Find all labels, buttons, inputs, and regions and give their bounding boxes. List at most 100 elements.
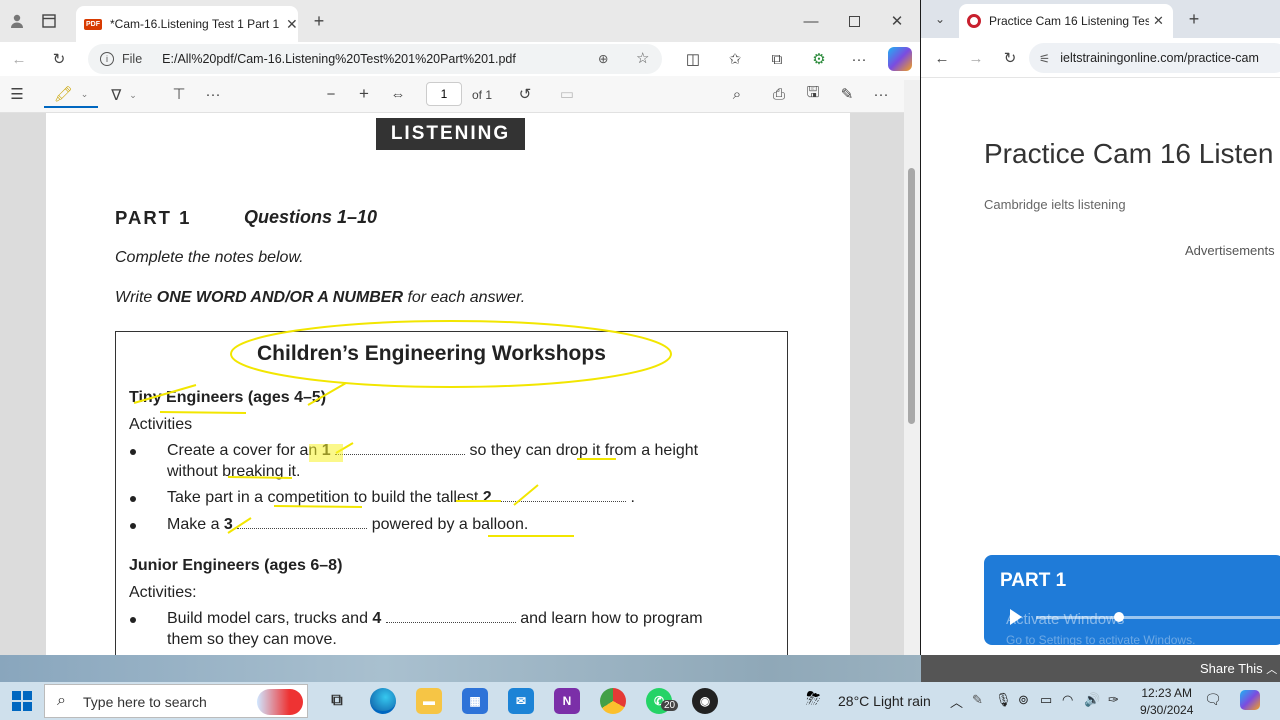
- chevron-down-icon[interactable]: ⌄: [129, 90, 137, 101]
- copilot-icon[interactable]: [888, 47, 912, 71]
- page-title: Practice Cam 16 Listen: [984, 138, 1274, 169]
- chrome-taskbar-icon[interactable]: [600, 688, 626, 714]
- copilot-taskbar-icon[interactable]: [1240, 690, 1260, 710]
- refresh-icon[interactable]: ↻: [48, 48, 70, 70]
- notifications-icon[interactable]: 🗨: [1204, 691, 1222, 708]
- back-icon[interactable]: ←: [8, 48, 30, 70]
- scrollbar-thumb[interactable]: [908, 168, 915, 424]
- save-as-icon[interactable]: ✎: [836, 83, 858, 105]
- tray-chevron-icon[interactable]: ︿: [950, 692, 963, 711]
- info-icon[interactable]: i: [100, 52, 114, 66]
- chevron-down-icon[interactable]: ⌄: [81, 89, 89, 100]
- fit-page-icon[interactable]: ⇔: [387, 83, 409, 105]
- edge-taskbar-icon[interactable]: [370, 688, 396, 714]
- tab-actions-icon[interactable]: [38, 10, 60, 32]
- tab-search-chevron-icon[interactable]: ⌄: [929, 8, 951, 30]
- pdf-file-icon: PDF: [84, 18, 102, 30]
- search-icon: ⌕: [57, 692, 66, 709]
- favorites-icon[interactable]: ✩: [724, 48, 746, 70]
- recorder-icon[interactable]: ◉: [692, 688, 718, 714]
- address-bar-right[interactable]: ⚟ ieltstrainingonline.com/practice-cam: [1029, 43, 1280, 73]
- pdf-more-icon[interactable]: ···: [870, 83, 892, 105]
- tab-strip-right: ⌄ Practice Cam 16 Listening Test 0 ✕ +: [921, 0, 1280, 38]
- zoom-out-icon[interactable]: −: [320, 83, 342, 105]
- ink-annotations: [133, 320, 672, 537]
- text-tool-icon[interactable]: ⊤: [168, 83, 190, 105]
- refresh-icon[interactable]: ↻: [999, 47, 1021, 69]
- more-options-icon[interactable]: ···: [848, 48, 870, 70]
- page-view-icon[interactable]: ▭: [556, 83, 578, 105]
- activate-windows-hint: Go to Settings to activate Windows.: [1006, 633, 1196, 647]
- whatsapp-badge: 20: [661, 700, 679, 711]
- search-placeholder: Type here to search: [83, 694, 207, 710]
- taskbar-search-box[interactable]: ⌕ Type here to search: [44, 684, 308, 718]
- save-icon[interactable]: 🖫: [802, 83, 824, 105]
- url-prefix: File: [122, 52, 143, 66]
- address-bar[interactable]: i File E:/All%20pdf/Cam-16.Listening%20T…: [88, 44, 662, 74]
- maximize-icon[interactable]: [843, 10, 865, 32]
- onenote-icon[interactable]: N: [554, 688, 580, 714]
- category-link[interactable]: Cambridge ielts listening: [984, 197, 1126, 212]
- highlight-tool[interactable]: 🖍 ⌄: [44, 82, 98, 108]
- mic-icon[interactable]: 🎙: [995, 692, 1012, 708]
- split-screen-icon[interactable]: ◫: [682, 48, 704, 70]
- site-settings-icon[interactable]: ⚟: [1039, 51, 1050, 66]
- volume-icon[interactable]: 🔊: [1084, 692, 1100, 708]
- url-text: E:/All%20pdf/Cam-16.Listening%20Test%201…: [162, 52, 516, 66]
- tab-pdf[interactable]: PDF *Cam-16.Listening Test 1 Part 1.pc ✕: [76, 6, 298, 42]
- battery-icon[interactable]: ▭: [1040, 692, 1052, 708]
- contents-icon[interactable]: ☰: [6, 83, 28, 105]
- zoom-icon[interactable]: ⊕: [598, 51, 608, 66]
- more-tools-icon[interactable]: ···: [202, 83, 224, 105]
- back-icon[interactable]: ←: [931, 47, 953, 69]
- pdf-toolbar: ☰ 🖍⌄ ∇⌄ ⊤ ··· − + ⇔ of 1 ↺ ▭ ⌕ ⎙ 🖫 ✎ ···: [0, 76, 920, 113]
- extension-icon[interactable]: ⚙: [808, 48, 830, 70]
- page-number-input[interactable]: [426, 82, 462, 106]
- clock[interactable]: 12:23 AM 9/30/2024: [1140, 686, 1193, 717]
- chevron-up-icon: ︿: [1266, 664, 1278, 676]
- page-count: of 1: [472, 88, 493, 102]
- site-favicon-icon: [967, 14, 981, 28]
- new-tab-icon[interactable]: +: [308, 10, 330, 32]
- highlighter-icon: 🖍: [53, 86, 73, 103]
- favorite-star-icon[interactable]: ☆: [636, 49, 649, 67]
- search-highlight-icon[interactable]: [257, 689, 303, 715]
- pen-icon[interactable]: ✎: [972, 692, 983, 708]
- close-tab-icon[interactable]: ✕: [286, 16, 298, 33]
- vertical-scrollbar[interactable]: [904, 80, 920, 655]
- weather-icon[interactable]: ⛈: [806, 688, 820, 709]
- new-tab-icon[interactable]: +: [1183, 8, 1205, 30]
- clock-date: 9/30/2024: [1140, 703, 1194, 717]
- audio-player: PART 1 Activate Windows Go to Settings t…: [984, 555, 1280, 647]
- draw-tool[interactable]: ∇ ⌄: [102, 82, 146, 108]
- search-icon[interactable]: ⌕: [726, 83, 748, 105]
- url-text-right: ieltstrainingonline.com/practice-cam: [1060, 51, 1259, 65]
- activate-windows-watermark: Activate Windows: [1006, 611, 1125, 628]
- pdf-page: LISTENING PART 1 Questions 1–10 Complete…: [46, 113, 850, 655]
- forward-icon[interactable]: →: [965, 47, 987, 69]
- share-bar: Share This ︿: [921, 655, 1280, 682]
- player-title: PART 1: [1000, 570, 1067, 591]
- wifi-icon[interactable]: ◠: [1062, 692, 1073, 708]
- tab-title-right: Practice Cam 16 Listening Test 0: [989, 14, 1149, 28]
- profile-icon[interactable]: [6, 10, 28, 32]
- tab-title: *Cam-16.Listening Test 1 Part 1.pc: [110, 17, 280, 31]
- mail-icon[interactable]: ✉: [508, 688, 534, 714]
- camera-icon[interactable]: ⊚: [1018, 692, 1029, 708]
- close-window-icon[interactable]: ✕: [886, 10, 908, 32]
- weather-text[interactable]: 28°C Light rain: [838, 693, 931, 709]
- collections-icon[interactable]: ⧉: [766, 48, 788, 70]
- file-explorer-icon[interactable]: ▬: [416, 688, 442, 714]
- address-bar-row: ← ↻ i File E:/All%20pdf/Cam-16.Listening…: [0, 42, 920, 76]
- start-windows-icon[interactable]: [12, 691, 32, 711]
- rotate-icon[interactable]: ↺: [514, 83, 536, 105]
- tab-practice[interactable]: Practice Cam 16 Listening Test 0 ✕: [959, 4, 1173, 38]
- share-this-button[interactable]: Share This ︿: [1200, 661, 1277, 677]
- pen-workspace-icon[interactable]: ✑: [1108, 692, 1119, 708]
- task-view-icon[interactable]: ⧉: [324, 688, 350, 714]
- store-icon[interactable]: ▦: [462, 688, 488, 714]
- zoom-in-icon[interactable]: +: [353, 83, 375, 105]
- close-tab-icon[interactable]: ✕: [1153, 13, 1164, 29]
- print-icon[interactable]: ⎙: [768, 83, 790, 105]
- minimize-icon[interactable]: —: [800, 10, 822, 32]
